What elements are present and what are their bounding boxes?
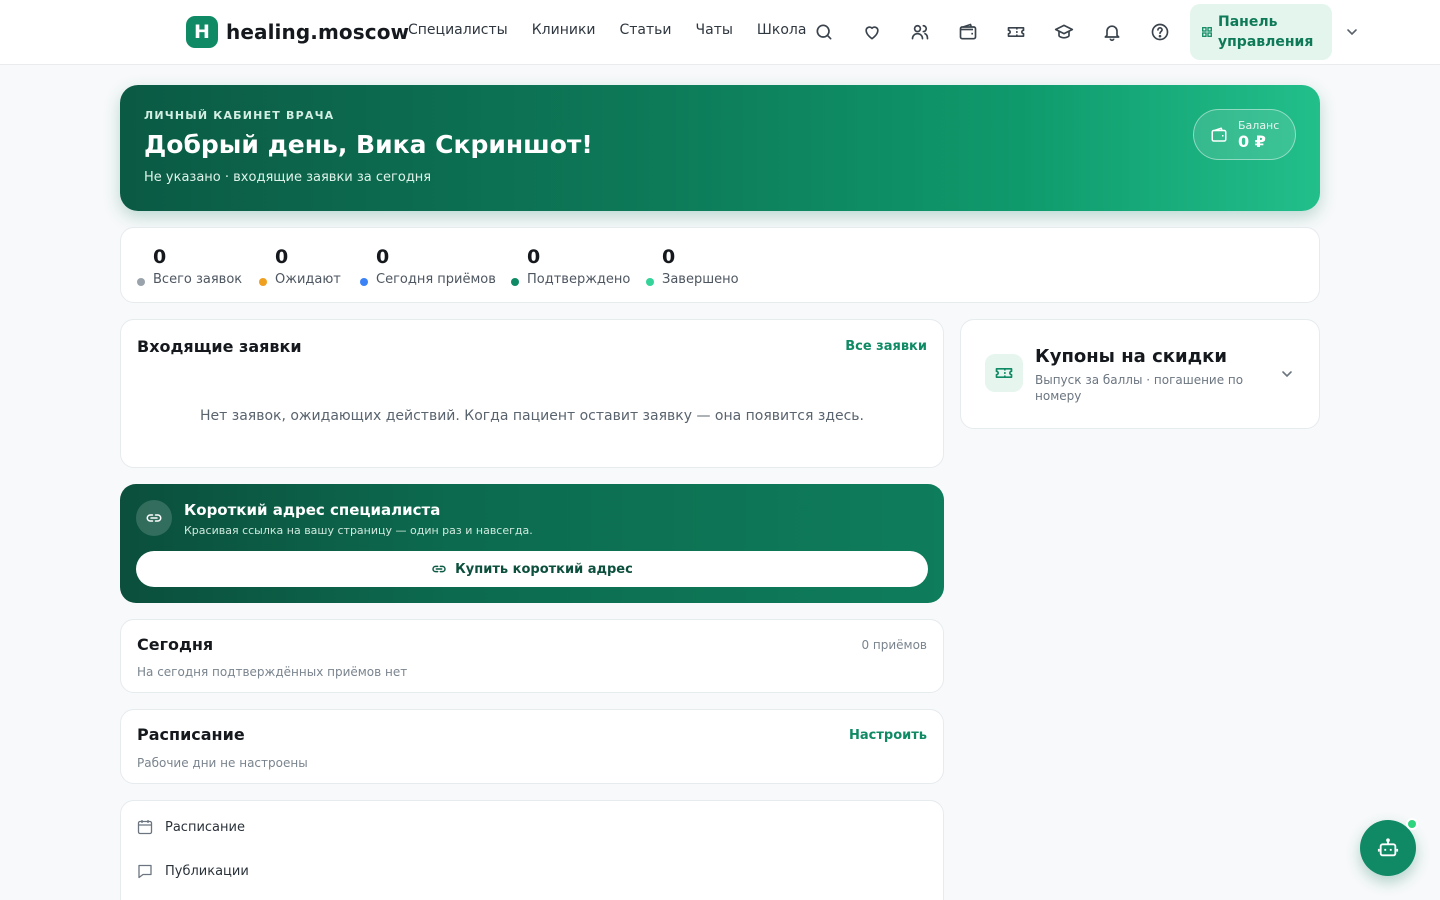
stat-label: Сегодня приёмов xyxy=(376,272,496,287)
incoming-requests-card: Входящие заявки Все заявки Нет заявок, о… xyxy=(120,319,944,468)
dashboard-button-label: Панель управления xyxy=(1218,14,1314,50)
graduation-cap-icon[interactable] xyxy=(1052,20,1076,44)
stat-dot xyxy=(137,278,145,286)
stat-value: 0 xyxy=(662,246,676,268)
menu-item-label: Расписание xyxy=(165,819,245,835)
ticket-icon xyxy=(985,354,1023,392)
short-address-card: Короткий адрес специалиста Красивая ссыл… xyxy=(120,484,944,603)
stat-value: 0 xyxy=(275,246,289,268)
search-icon[interactable] xyxy=(812,20,836,44)
header-icons xyxy=(812,20,1196,44)
today-card: Сегодня 0 приёмов На сегодня подтверждён… xyxy=(120,619,944,693)
today-description: На сегодня подтверждённых приёмов нет xyxy=(137,665,408,679)
balance-value: 0 ₽ xyxy=(1238,132,1266,151)
schedule-card: Расписание Настроить Рабочие дни не наст… xyxy=(120,709,944,784)
wallet-icon[interactable] xyxy=(956,20,980,44)
greeting-title: Добрый день, Вика Скриншот! xyxy=(144,130,593,159)
logo-text: healing.moscow xyxy=(226,20,410,44)
stat-total: 0 Всего заявок xyxy=(137,244,243,287)
all-requests-link[interactable]: Все заявки xyxy=(845,339,927,354)
balance-label: Баланс xyxy=(1238,119,1280,132)
wallet-icon xyxy=(1210,126,1228,144)
stats-bar: 0 Всего заявок 0 Ожидают 0 Сегодня приём… xyxy=(120,227,1320,303)
stat-confirmed: 0 Подтверждено xyxy=(511,244,631,287)
buy-short-address-button[interactable]: Купить короткий адрес xyxy=(136,551,928,587)
stat-value: 0 xyxy=(153,246,167,268)
stat-value: 0 xyxy=(376,246,390,268)
bot-icon xyxy=(1377,838,1399,857)
grid-icon xyxy=(1202,27,1212,37)
heart-icon[interactable] xyxy=(860,20,884,44)
appointments-count: 0 приёмов xyxy=(861,638,927,652)
coupons-card[interactable]: Купоны на скидки Выпуск за баллы · погаш… xyxy=(960,319,1320,429)
dashboard-button[interactable]: Панель управления xyxy=(1190,4,1332,60)
main-nav: Специалисты Клиники Статьи Чаты Школа xyxy=(408,22,830,38)
coupons-title: Купоны на скидки xyxy=(1035,346,1227,367)
coupons-subtitle: Выпуск за баллы · погашение по номеру xyxy=(1035,373,1244,403)
menu-item-schedule[interactable]: Расписание xyxy=(137,819,245,835)
stat-dot xyxy=(646,278,654,286)
site-logo[interactable]: H healing.moscow xyxy=(186,16,409,48)
nav-link-specialists[interactable]: Специалисты xyxy=(408,22,508,38)
stat-dot xyxy=(360,278,368,286)
card-title: Сегодня xyxy=(137,635,214,654)
card-title: Расписание xyxy=(137,725,245,744)
menu-item-publications[interactable]: Публикации xyxy=(137,863,249,879)
empty-state-text: Нет заявок, ожидающих действий. Когда па… xyxy=(200,408,864,424)
welcome-banner: ЛИЧНЫЙ КАБИНЕТ ВРАЧА Добрый день, Вика С… xyxy=(120,85,1320,211)
chevron-down-icon[interactable] xyxy=(1279,366,1295,382)
users-icon[interactable] xyxy=(908,20,932,44)
link-icon xyxy=(431,561,447,577)
calendar-icon xyxy=(137,819,153,835)
nav-link-school[interactable]: Школа xyxy=(757,22,807,38)
stat-value: 0 xyxy=(527,246,541,268)
nav-link-clinics[interactable]: Клиники xyxy=(532,22,596,38)
nav-link-chats[interactable]: Чаты xyxy=(696,22,733,38)
short-address-subtitle: Красивая ссылка на вашу страницу — один … xyxy=(184,524,533,537)
buy-short-address-label: Купить короткий адрес xyxy=(455,561,633,577)
card-title: Входящие заявки xyxy=(137,337,302,356)
link-icon xyxy=(136,500,172,536)
help-circle-icon[interactable] xyxy=(1148,20,1172,44)
menu-item-label: Публикации xyxy=(165,863,249,879)
stat-label: Всего заявок xyxy=(153,272,243,287)
stat-pending: 0 Ожидают xyxy=(259,244,341,287)
stat-completed: 0 Завершено xyxy=(646,244,739,287)
nav-link-articles[interactable]: Статьи xyxy=(620,22,672,38)
online-status-dot xyxy=(1406,818,1418,830)
schedule-description: Рабочие дни не настроены xyxy=(137,756,308,770)
short-address-title: Короткий адрес специалиста xyxy=(184,501,441,519)
stat-dot xyxy=(259,278,267,286)
balance-pill[interactable]: Баланс 0 ₽ xyxy=(1193,109,1296,160)
stat-label: Ожидают xyxy=(275,272,341,287)
top-header: H healing.moscow Специалисты Клиники Ста… xyxy=(0,0,1440,65)
logo-mark: H xyxy=(186,16,218,48)
stat-dot xyxy=(511,278,519,286)
banner-eyebrow: ЛИЧНЫЙ КАБИНЕТ ВРАЧА xyxy=(144,109,335,122)
message-square-icon xyxy=(137,863,153,879)
banner-subtitle: Не указано · входящие заявки за сегодня xyxy=(144,170,432,185)
configure-schedule-link[interactable]: Настроить xyxy=(849,728,927,743)
stat-label: Подтверждено xyxy=(527,272,631,287)
bell-icon[interactable] xyxy=(1100,20,1124,44)
stat-today: 0 Сегодня приёмов xyxy=(360,244,496,287)
chevron-down-icon[interactable] xyxy=(1344,24,1360,40)
quick-menu-card: Расписание Публикации xyxy=(120,800,944,900)
ticket-icon[interactable] xyxy=(1004,20,1028,44)
stat-label: Завершено xyxy=(662,272,739,287)
